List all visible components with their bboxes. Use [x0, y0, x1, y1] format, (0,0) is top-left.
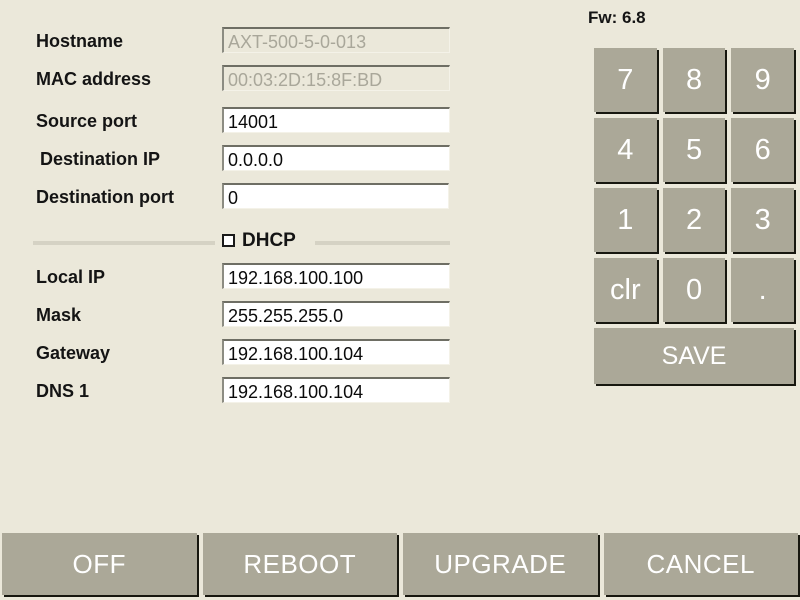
form-row: Destination IP 0.0.0.0 — [0, 144, 470, 174]
field-input[interactable]: 192.168.100.100 — [222, 263, 450, 289]
field-label: Hostname — [36, 31, 124, 51]
keypad-key-5[interactable]: 5 — [662, 118, 726, 182]
keypad-row: clr 0. — [594, 258, 795, 322]
form-row: MAC address 00:03:2D:15:8F:BD — [0, 64, 470, 94]
keypad-row: 123 — [594, 188, 795, 252]
form-row: Destination port 0 — [0, 182, 470, 212]
save-button[interactable]: SAVE — [594, 328, 794, 384]
field-label: Destination port — [36, 187, 174, 207]
field-input[interactable]: 0.0.0.0 — [222, 145, 450, 171]
keypad-key-8[interactable]: 8 — [662, 48, 726, 112]
field-label: MAC address — [36, 69, 152, 89]
action-button-bar: OFF REBOOT UPGRADE CANCEL — [0, 533, 800, 600]
keypad-key-2[interactable]: 2 — [662, 188, 726, 252]
dhcp-section: DHCP — [0, 228, 470, 256]
form-row: Local IP 192.168.100.100 — [0, 262, 470, 292]
keypad-row: 456 — [594, 118, 795, 182]
field-input[interactable]: 192.168.100.104 — [222, 377, 450, 403]
field-input[interactable]: 0 — [222, 183, 449, 209]
keypad-row: 789 — [594, 48, 795, 112]
keypad-key-9[interactable]: 9 — [731, 48, 795, 112]
keypad-key-4[interactable]: 4 — [594, 118, 657, 182]
keypad-key-.[interactable]: . — [731, 258, 795, 322]
reboot-button[interactable]: REBOOT — [202, 533, 397, 595]
field-label: Source port — [36, 111, 138, 131]
field-input[interactable]: 14001 — [222, 107, 450, 133]
form-row: Source port 14001 — [0, 106, 470, 136]
form-row: DNS 1 192.168.100.104 — [0, 376, 470, 406]
field-label: Gateway — [36, 343, 111, 363]
field-label: Mask — [36, 305, 82, 325]
field-input[interactable]: 192.168.100.104 — [222, 339, 450, 365]
keypad-key-clr[interactable]: clr — [594, 258, 657, 322]
divider-left — [33, 241, 215, 245]
field-label: DNS 1 — [36, 381, 90, 401]
off-button[interactable]: OFF — [2, 533, 197, 595]
divider-right — [315, 241, 450, 245]
firmware-version-label: Fw: 6.8 — [588, 8, 646, 27]
upgrade-button[interactable]: UPGRADE — [403, 533, 598, 595]
field-input[interactable]: 255.255.255.0 — [222, 301, 450, 327]
keypad-key-1[interactable]: 1 — [594, 188, 657, 252]
field-label: Local IP — [36, 267, 106, 287]
field-input: AXT-500-5-0-013 — [222, 27, 450, 53]
form-row: Mask 255.255.255.0 — [0, 300, 470, 330]
keypad-key-0[interactable]: 0 — [662, 258, 726, 322]
form-row: Gateway 192.168.100.104 — [0, 338, 470, 368]
form-row: Hostname AXT-500-5-0-013 — [0, 26, 470, 56]
numeric-keypad: 7 8 9 4 5 6 1 2 3 clr 0. SAVE — [594, 48, 795, 384]
keypad-key-7[interactable]: 7 — [594, 48, 657, 112]
field-label: Destination IP — [40, 149, 161, 169]
configuration-form: Hostname AXT-500-5-0-013 MAC address 00:03:… — [0, 0, 470, 520]
keypad-key-3[interactable]: 3 — [731, 188, 795, 252]
field-input: 00:03:2D:15:8F:BD — [222, 65, 450, 91]
dhcp-checkbox[interactable] — [222, 234, 235, 247]
dhcp-label: DHCP — [242, 230, 296, 251]
keypad-key-6[interactable]: 6 — [731, 118, 795, 182]
cancel-button[interactable]: CANCEL — [603, 533, 798, 595]
